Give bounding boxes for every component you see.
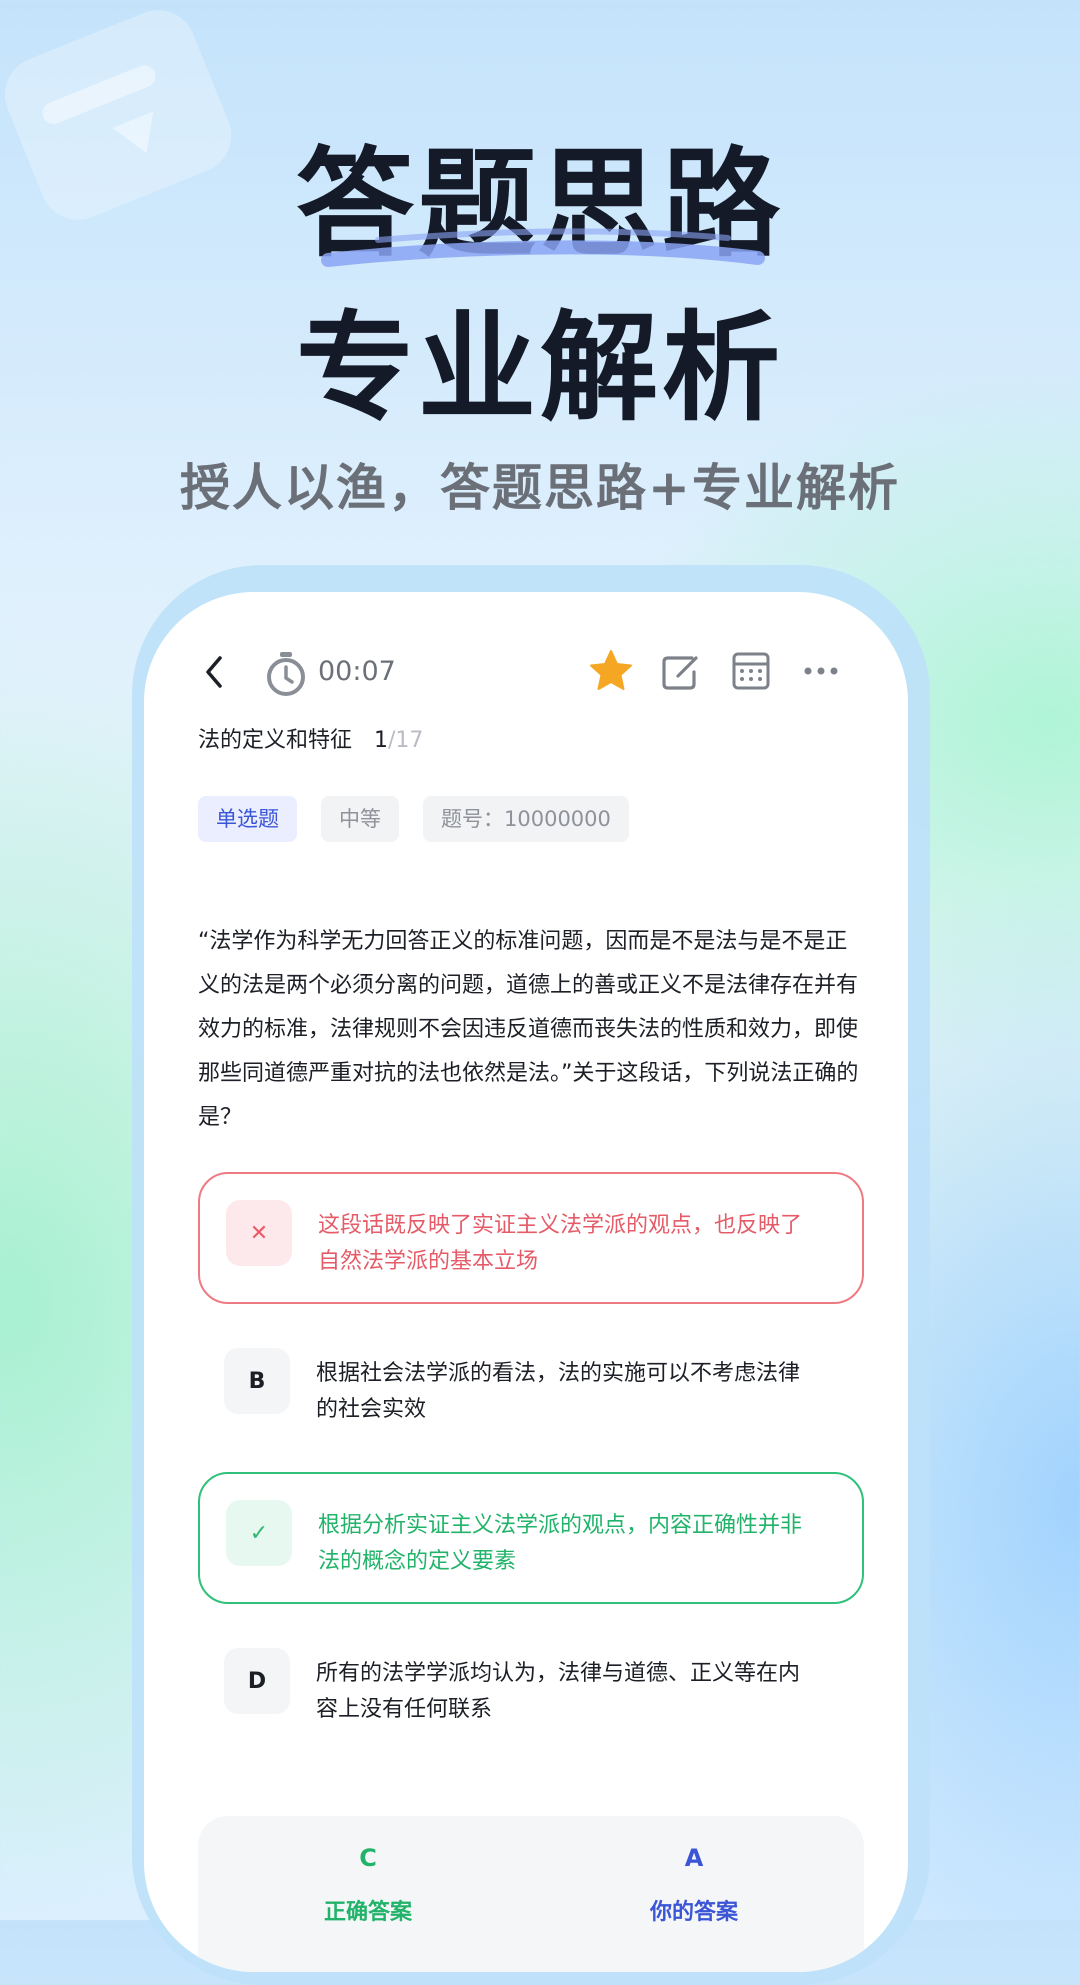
section-title: 法的定义和特征 1/17 [198, 722, 423, 754]
headline-line2: 专业解析 [295, 299, 784, 437]
option-a-text: 这段话既反映了实证主义法学派的观点，也反映了自然法学派的基本立场 [318, 1213, 803, 1274]
your-answer-letter: A [684, 1844, 704, 1872]
wrong-mark-icon: ✕ [226, 1200, 292, 1266]
difficulty-tag: 中等 [321, 796, 399, 842]
option-d-text: 所有的法学学派均认为，法律与道德、正义等在内容上没有任何联系 [316, 1661, 801, 1722]
option-d-badge: D [224, 1648, 290, 1714]
tag-row: 单选题 中等 题号：10000000 [198, 796, 629, 844]
top-bar: 00:07 [144, 632, 908, 712]
question-current: 1 [374, 728, 389, 753]
star-icon[interactable] [586, 646, 636, 696]
timer-readout: 00:07 [318, 656, 396, 687]
stopwatch-icon [267, 652, 305, 696]
correct-answer-letter: C [359, 1844, 377, 1872]
option-b-text: 根据社会法学派的看法，法的实施可以不考虑法律的社会实效 [316, 1361, 801, 1422]
option-b[interactable]: B 根据社会法学派的看法，法的实施可以不考虑法律的社会实效 [198, 1322, 864, 1454]
edit-note-icon[interactable] [656, 646, 706, 696]
correct-answer: C 正确答案 [278, 1844, 458, 1926]
headline-underline [321, 228, 765, 267]
option-c-text: 根据分析实证主义法学派的观点，内容正确性并非法的概念的定义要素 [318, 1513, 803, 1574]
option-b-badge: B [224, 1348, 290, 1414]
question-number-tag: 题号：10000000 [423, 796, 629, 842]
answer-summary: C 正确答案 A 你的答案 [198, 1816, 864, 1972]
chevron-left-icon[interactable] [200, 654, 230, 690]
promo-subtitle: 授人以渔，答题思路+专业解析 [180, 459, 900, 517]
chapter-name: 法的定义和特征 [198, 728, 353, 753]
question-total: /17 [388, 728, 424, 753]
more-dots-icon[interactable] [796, 646, 846, 696]
check-mark-icon: ✓ [226, 1500, 292, 1566]
option-c[interactable]: ✓ 根据分析实证主义法学派的观点，内容正确性并非法的概念的定义要素 [198, 1472, 864, 1604]
your-answer-label: 你的答案 [649, 1900, 738, 1925]
correct-answer-label: 正确答案 [323, 1900, 412, 1925]
your-answer: A 你的答案 [604, 1844, 784, 1926]
question-type-tag: 单选题 [198, 796, 297, 842]
option-a[interactable]: ✕ 这段话既反映了实证主义法学派的观点，也反映了自然法学派的基本立场 [198, 1172, 864, 1304]
question-text: “法学作为科学无力回答正义的标准问题，因而是不是法与是不是正义的法是两个必须分离… [198, 929, 859, 1130]
calculator-icon[interactable] [726, 646, 776, 696]
option-d[interactable]: D 所有的法学学派均认为，法律与道德、正义等在内容上没有任何联系 [198, 1622, 864, 1754]
phone-screen: 00:07 法的定义和特征 1/17 单选题 中等 题号：10000000 “法学… [144, 592, 908, 1972]
